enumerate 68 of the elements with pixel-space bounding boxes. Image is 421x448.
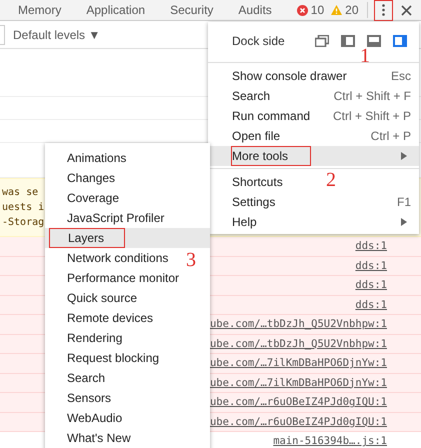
panel-tab[interactable]: Application <box>86 3 146 17</box>
close-button[interactable] <box>400 4 412 16</box>
filter-field[interactable] <box>0 24 5 44</box>
menu-item[interactable]: Search <box>67 371 106 385</box>
menu-item[interactable]: JavaScript Profiler <box>67 211 164 225</box>
menu-item[interactable]: Remote devices <box>67 311 154 325</box>
dock-side-button[interactable] <box>315 35 329 47</box>
menu-item[interactable]: WebAudio <box>67 411 122 425</box>
annotation-number: 3 <box>186 250 196 270</box>
error-icon <box>296 4 308 16</box>
menu-item[interactable]: Performance monitor <box>67 271 180 285</box>
menu-item[interactable]: Help <box>232 215 257 229</box>
annotation-number: 1 <box>360 46 370 66</box>
source-link[interactable]: dds:1 <box>355 279 387 292</box>
menu-item[interactable]: More tools <box>208 146 419 166</box>
annotation-number: 2 <box>326 170 336 190</box>
shortcut-text: Ctrl + P <box>370 129 411 143</box>
menu-item[interactable]: Layers <box>45 228 210 248</box>
menu-item[interactable]: Shortcuts <box>232 175 283 189</box>
source-link[interactable]: dds:1 <box>355 260 387 272</box>
dock-side-button[interactable] <box>393 35 407 47</box>
menu-item[interactable]: Changes <box>67 171 116 185</box>
dock-side-label: Dock side <box>232 34 286 48</box>
warning-text: -Storag <box>2 216 44 230</box>
panel-tab[interactable]: Memory <box>18 3 62 17</box>
dock-side-button[interactable] <box>341 35 355 47</box>
source-link[interactable]: ube.com/…7ilKmDBaHPO6DjnYw:1 <box>210 376 387 389</box>
menu-item[interactable]: Network conditions <box>67 251 168 265</box>
menu-item[interactable]: Show console drawer <box>232 69 347 83</box>
menu-item[interactable]: Coverage <box>67 191 120 205</box>
shortcut-text: Ctrl + Shift + P <box>332 109 411 123</box>
menu-item[interactable]: Quick source <box>67 291 138 305</box>
dock-side-button[interactable] <box>367 35 381 47</box>
shortcut-text: F1 <box>396 195 411 209</box>
source-link[interactable]: ube.com/…7ilKmDBaHPO6DjnYw:1 <box>210 357 387 370</box>
more-options-button[interactable] <box>374 0 392 20</box>
panel-tab[interactable]: Audits <box>238 3 272 17</box>
dock-left-icon <box>341 35 355 47</box>
warning-count: 20 <box>345 3 358 17</box>
log-levels-dropdown[interactable]: Default levels ▼ <box>13 28 100 42</box>
error-count: 10 <box>310 3 324 17</box>
shortcut-text: Ctrl + Shift + F <box>334 89 411 103</box>
source-link[interactable]: ube.com/…tbDzJh_Q5U2Vnbhpw:1 <box>210 318 387 330</box>
menu-item[interactable]: Open file <box>232 129 280 143</box>
warning-text: uests i <box>2 201 44 215</box>
source-link[interactable]: ube.com/…r6uOBeIZ4PJd0gIQU:1 <box>210 396 387 408</box>
close-icon <box>400 4 412 16</box>
undock-icon <box>315 35 329 47</box>
menu-item[interactable]: Sensors <box>67 391 112 405</box>
menu-item[interactable]: Rendering <box>67 331 122 345</box>
warning-icon <box>331 5 342 15</box>
menu-item[interactable]: Request blocking <box>67 351 160 365</box>
menu-item[interactable]: Settings <box>232 195 276 209</box>
menu-item[interactable]: Search <box>232 89 270 103</box>
menu-item[interactable]: What's New <box>67 431 131 445</box>
dock-right-icon <box>393 35 407 47</box>
source-link[interactable]: dds:1 <box>355 240 387 252</box>
source-link[interactable]: ube.com/…r6uOBeIZ4PJd0gIQU:1 <box>210 416 387 428</box>
more-icon <box>382 4 384 16</box>
warning-text: was se <box>2 186 38 200</box>
menu-item[interactable]: Animations <box>67 151 126 165</box>
source-link[interactable]: main-516394b….js:1 <box>273 435 387 448</box>
source-link[interactable]: dds:1 <box>355 298 387 311</box>
menu-item[interactable]: Run command <box>232 109 310 123</box>
source-link[interactable]: ube.com/…tbDzJh_Q5U2Vnbhpw:1 <box>210 338 387 350</box>
shortcut-text: Esc <box>390 69 411 83</box>
panel-tab[interactable]: Security <box>170 3 214 17</box>
dock-bottom-icon <box>367 35 381 47</box>
